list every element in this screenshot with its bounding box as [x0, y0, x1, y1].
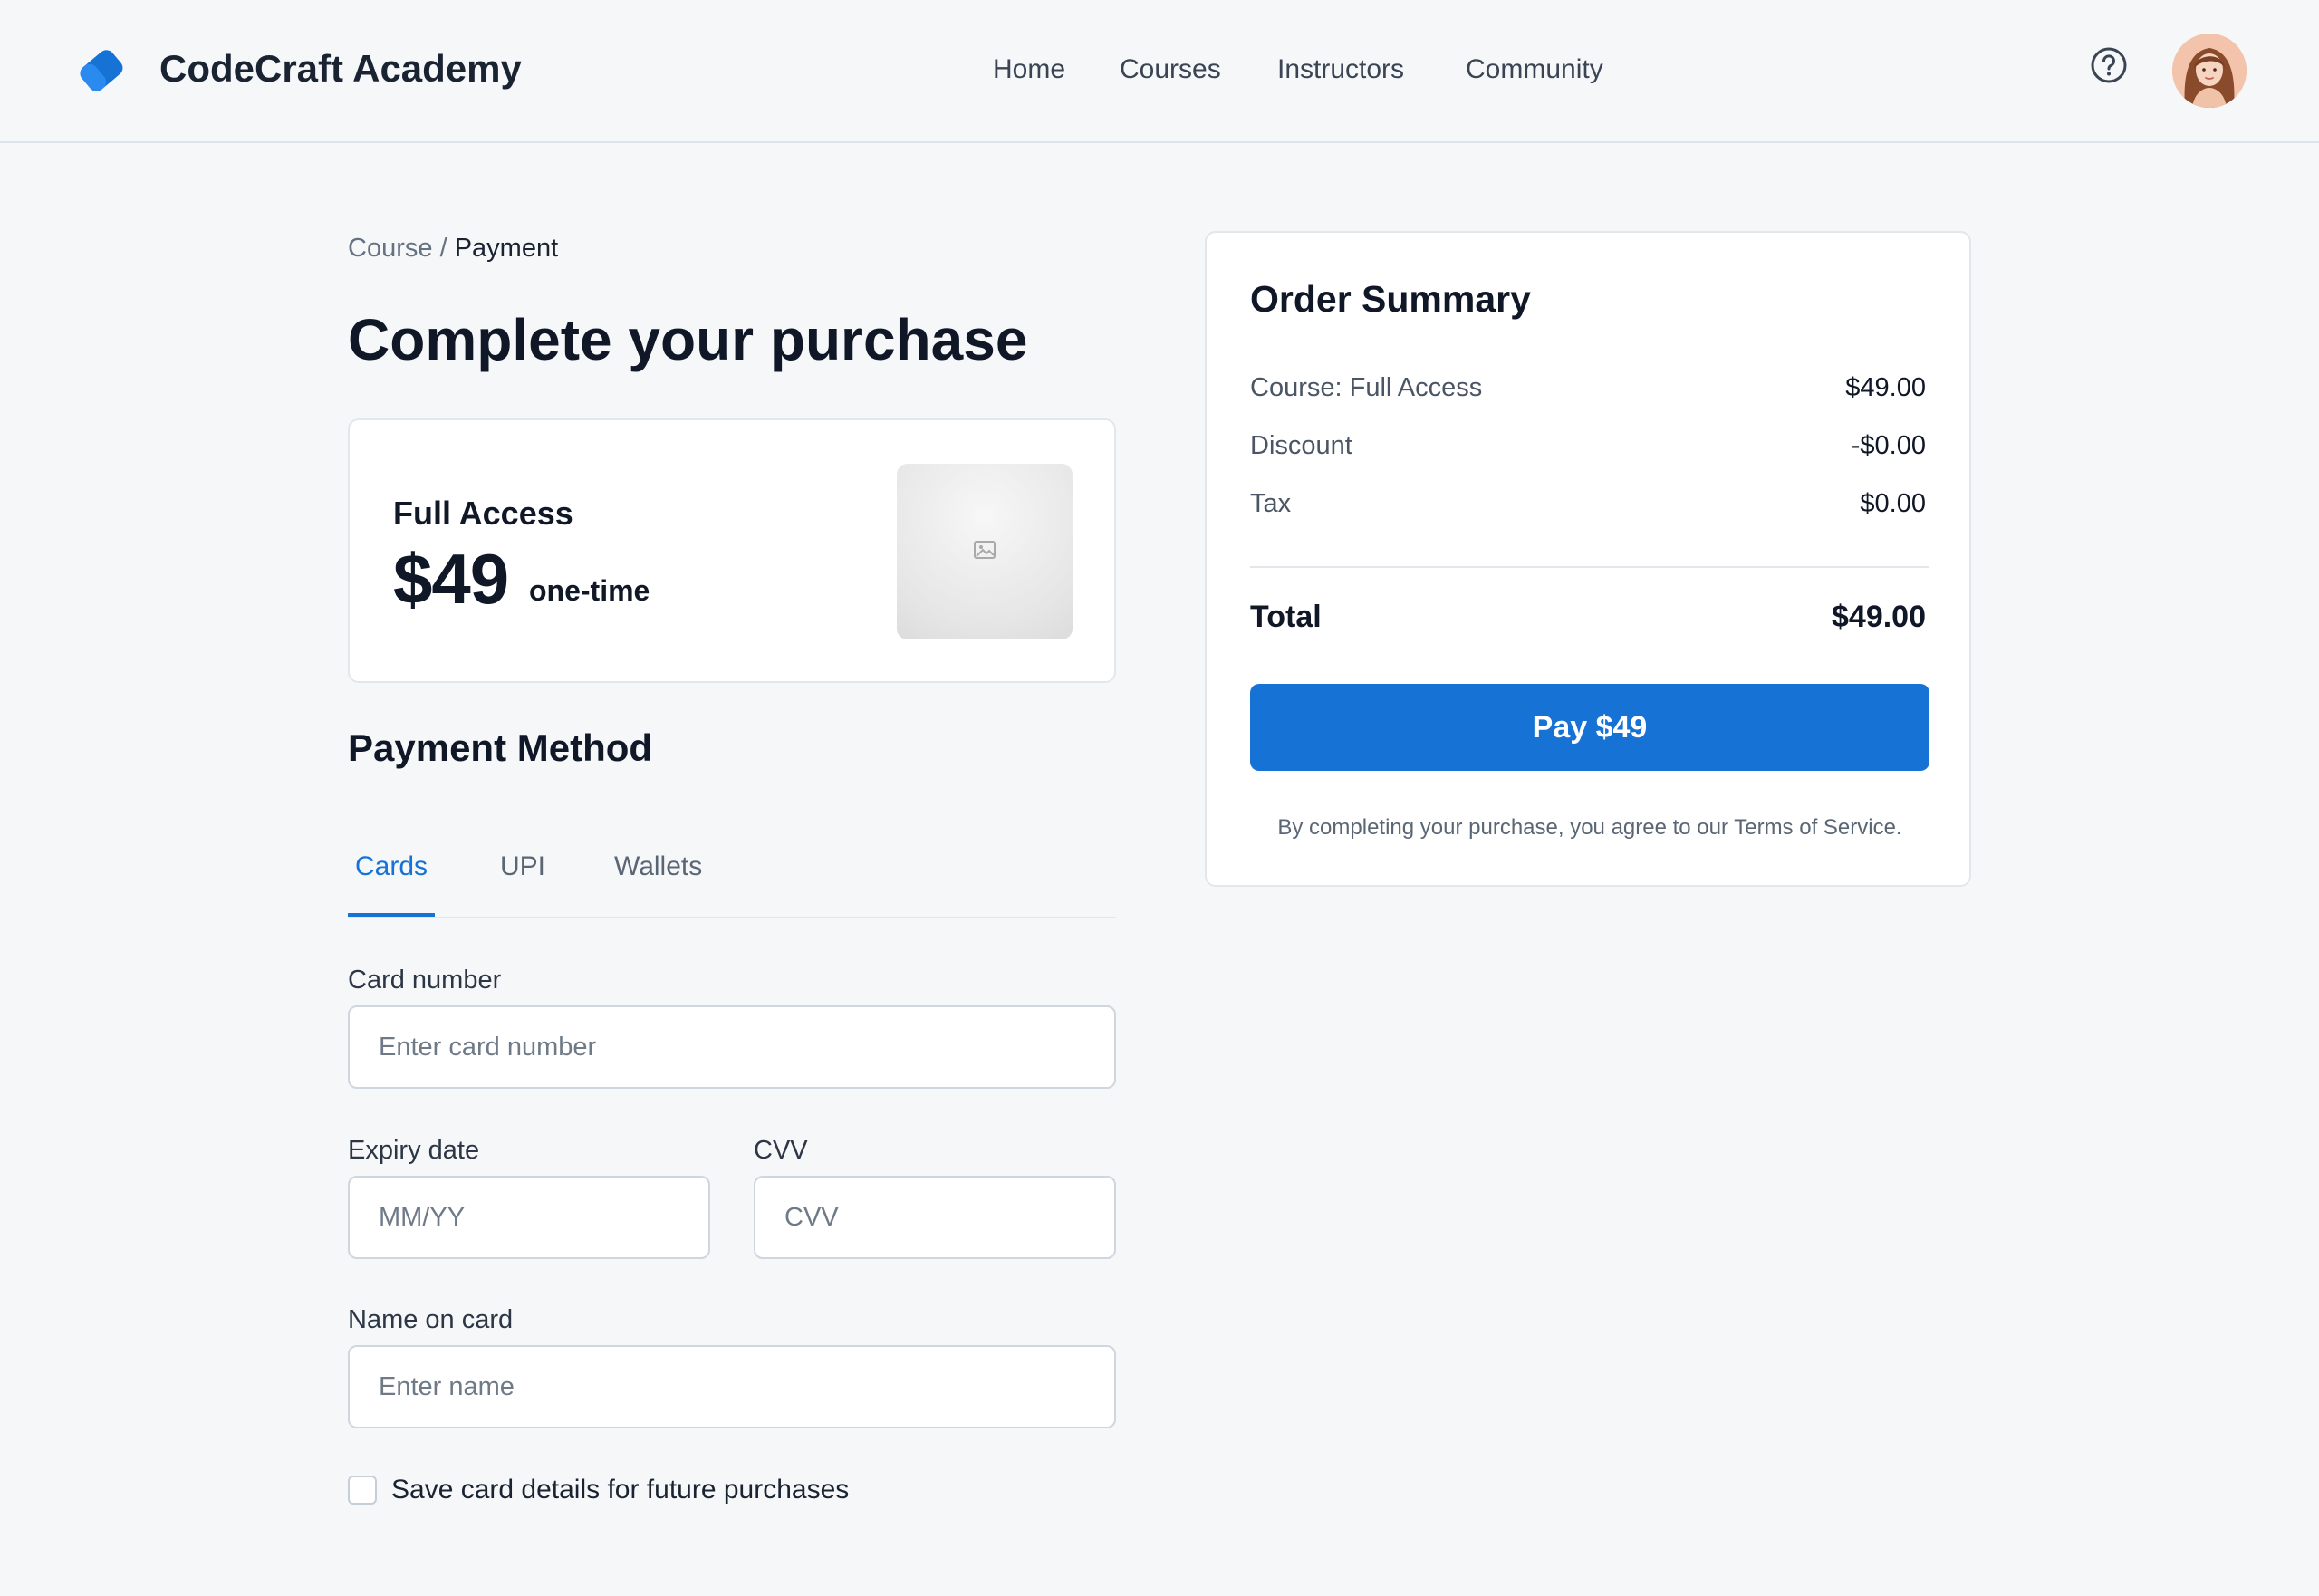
tag-logo-icon[interactable]: [72, 42, 130, 100]
plan-price: $49: [393, 539, 509, 619]
card-number-input[interactable]: [348, 1005, 1116, 1089]
expiry-date-input[interactable]: [348, 1176, 710, 1259]
summary-row-label: Tax: [1250, 489, 1292, 518]
save-card-checkbox[interactable]: [348, 1476, 377, 1505]
payment-tabs: Cards UPI Wallets: [348, 841, 1116, 918]
pay-button[interactable]: Pay $49: [1250, 684, 1929, 771]
save-card-label[interactable]: Save card details for future purchases: [391, 1475, 849, 1505]
nav-link-courses[interactable]: Courses: [1120, 54, 1221, 85]
expiry-date-label: Expiry date: [348, 1136, 480, 1165]
summary-row-value: -$0.00: [1851, 431, 1926, 460]
order-summary-title: Order Summary: [1250, 278, 1531, 320]
total-value: $49.00: [1832, 600, 1926, 634]
image-placeholder-icon: [974, 541, 996, 559]
help-circle-icon[interactable]: [2089, 45, 2129, 85]
cvv-input[interactable]: [754, 1176, 1116, 1259]
plan-name: Full Access: [393, 495, 573, 532]
tab-wallets[interactable]: Wallets: [614, 851, 702, 882]
plan-period: one-time: [529, 574, 650, 607]
breadcrumb: Course / Payment: [348, 234, 558, 264]
cvv-label: CVV: [754, 1136, 808, 1165]
card-number-label: Card number: [348, 966, 502, 995]
plan-card: Full Access $49 one-time: [348, 418, 1116, 683]
terms-notice: By completing your purchase, you agree t…: [1277, 815, 1902, 840]
breadcrumb-separator: /: [439, 234, 447, 263]
nav-link-instructors[interactable]: Instructors: [1277, 54, 1404, 85]
payment-method-title: Payment Method: [348, 726, 653, 769]
order-summary-card: Order Summary Course: Full Access $49.00…: [1205, 231, 1971, 887]
summary-row-label: Discount: [1250, 431, 1352, 460]
breadcrumb-current: Payment: [454, 234, 559, 263]
active-tab-indicator: [348, 913, 435, 917]
total-label: Total: [1250, 600, 1322, 634]
plan-image: [897, 464, 1073, 639]
summary-row-value: $49.00: [1845, 373, 1926, 402]
name-on-card-input[interactable]: [348, 1345, 1116, 1428]
breadcrumb-course-link[interactable]: Course: [348, 234, 433, 263]
tab-cards[interactable]: Cards: [355, 851, 428, 882]
nav-link-home[interactable]: Home: [993, 54, 1065, 85]
summary-row-label: Course: Full Access: [1250, 373, 1483, 402]
brand-name[interactable]: CodeCraft Academy: [159, 47, 522, 91]
summary-row-value: $0.00: [1860, 489, 1926, 518]
name-on-card-label: Name on card: [348, 1305, 514, 1334]
page-title: Complete your purchase: [348, 307, 1028, 372]
user-avatar[interactable]: [2172, 34, 2247, 108]
tab-upi[interactable]: UPI: [500, 851, 545, 882]
summary-divider: [1250, 566, 1929, 568]
top-navigation-bar: CodeCraft Academy Home Courses Instructo…: [0, 0, 2319, 143]
nav-link-community[interactable]: Community: [1466, 54, 1603, 85]
